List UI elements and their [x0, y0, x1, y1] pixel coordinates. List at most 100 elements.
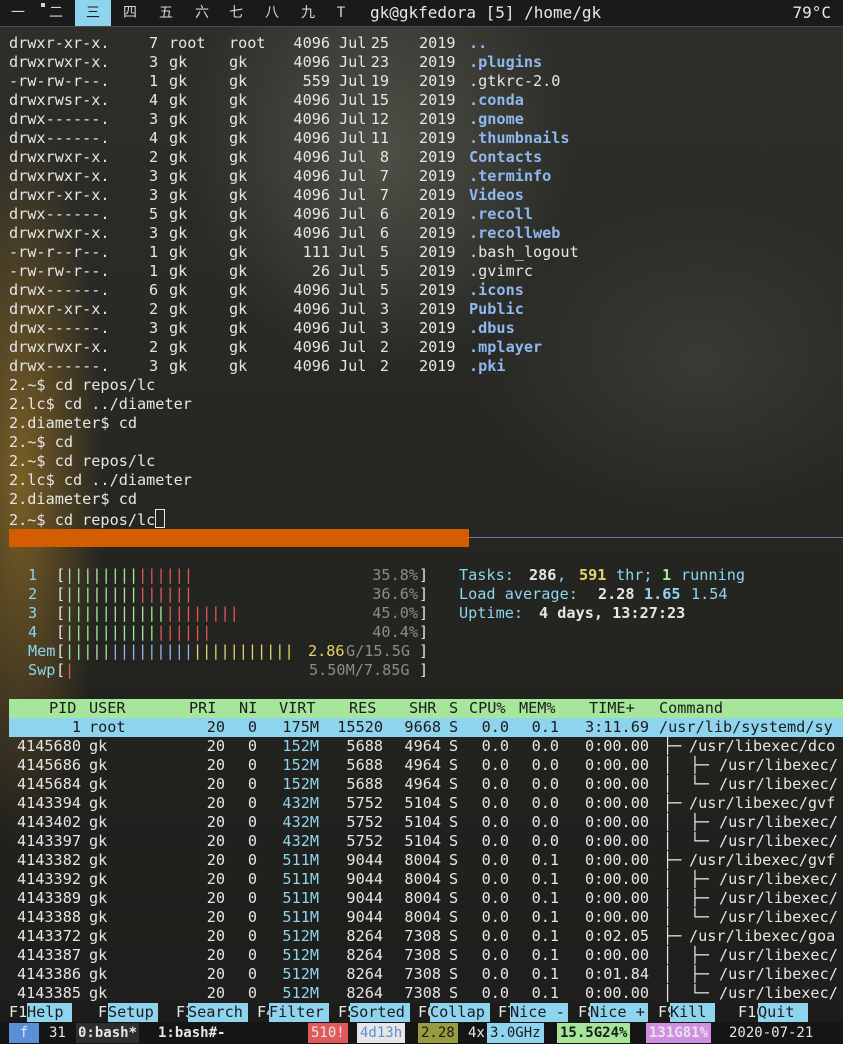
process-row[interactable]: 4143386 gk 20 0 512M 8264 7308 S 0.0 0.1 0:01.84 │ … — [9, 965, 843, 984]
col-ni[interactable]: NI — [239, 699, 257, 717]
workspace-t[interactable]: T — [326, 0, 356, 26]
file-permissions: -rw-r--r--. — [9, 243, 110, 261]
workspace-6[interactable]: 六 — [184, 0, 220, 26]
cpu-time: 3:11.69 — [584, 718, 649, 736]
fkey-label[interactable]: Nice - — [510, 1003, 568, 1022]
file-month: Jul — [339, 91, 367, 109]
nice: 0 — [247, 794, 257, 812]
workspace-7[interactable]: 七 — [218, 0, 254, 26]
res-memory: 5752 — [346, 813, 383, 831]
link-count: 5 — [149, 205, 159, 223]
process-row[interactable]: 4143392 gk 20 0 511M 9044 8004 S 0.0 0.1 0:00.00 │ … — [9, 870, 843, 889]
directory-name: .gnome — [469, 110, 524, 128]
col-cpu[interactable]: CPU% — [469, 699, 506, 717]
col-time[interactable]: TIME+ — [589, 699, 635, 717]
process-row[interactable]: 4143397 gk 20 0 432M 5752 5104 S 0.0 0.0 0:00.00 │ … — [9, 832, 843, 851]
fkey-f1[interactable]: F1 — [9, 1003, 27, 1022]
col-pri[interactable]: PRI — [189, 699, 216, 717]
process-row[interactable]: 4143385 gk 20 0 512M 8264 7308 S 0.0 0.1 0:00.00 │ … — [9, 984, 843, 1003]
file-day: 6 — [379, 205, 389, 223]
workspace-4[interactable]: 四 — [112, 0, 148, 26]
fkey-label[interactable]: Collap — [430, 1003, 490, 1022]
fkey-label[interactable]: Quit — [758, 1003, 808, 1022]
workspace-5[interactable]: 五 — [148, 0, 184, 26]
user: gk — [89, 889, 108, 907]
mem-label: Mem — [28, 642, 56, 660]
file-month: Jul — [339, 300, 367, 318]
fkey-label[interactable]: Nice + — [590, 1003, 648, 1022]
file-owner: gk — [169, 129, 188, 147]
process-row[interactable]: 4143387 gk 20 0 512M 8264 7308 S 0.0 0.1 0:00.00 │ … — [9, 946, 843, 965]
workspace-3[interactable]: 三 — [75, 0, 111, 26]
pid: 4143388 — [16, 908, 81, 926]
process-row[interactable]: 4143394 gk 20 0 432M 5752 5104 S 0.0 0.0 0:00.00 ├─… — [9, 794, 843, 813]
file-group: gk — [229, 319, 248, 337]
process-row[interactable]: 4143382 gk 20 0 511M 9044 8004 S 0.0 0.1 0:00.00 ├─… — [9, 851, 843, 870]
state: S — [449, 870, 459, 888]
process-row[interactable]: 4145684 gk 20 0 152M 5688 4964 S 0.0 0.0 0:00.00 │ … — [9, 775, 843, 794]
window-count: 31 — [49, 1025, 66, 1041]
fkey-label[interactable]: Setup — [108, 1003, 158, 1022]
directory-name: .recoll — [469, 205, 534, 223]
process-table-header[interactable]: PID USER PRI NI VIRT RES SHR S CPU% MEM%… — [9, 699, 843, 718]
tmux-window-0[interactable]: 0:bash* — [76, 1023, 140, 1043]
col-command[interactable]: Command — [659, 699, 723, 717]
process-row[interactable]: 4145680 gk 20 0 152M 5688 4964 S 0.0 0.0 0:00.00 ├─… — [9, 737, 843, 756]
process-row[interactable]: 4143388 gk 20 0 511M 9044 8004 S 0.0 0.1 0:00.00 │ … — [9, 908, 843, 927]
top-bar: 一 二 三 四 五 六 七 八 九 T gk@gkfedora [5] /hom… — [0, 0, 843, 27]
col-user[interactable]: USER — [89, 699, 126, 717]
nice: 0 — [247, 813, 257, 831]
mem-meter: Mem [ ||||||||||||||||||||||||| 2.86 G/1… — [28, 642, 428, 661]
file-group: gk — [229, 72, 248, 90]
file-month: Jul — [339, 243, 367, 261]
tmux-window-1[interactable]: 1:bash#- — [158, 1023, 225, 1043]
col-virt[interactable]: VIRT — [279, 699, 316, 717]
bracket-open: [ — [56, 642, 66, 660]
file-month: Jul — [339, 129, 367, 147]
col-state[interactable]: S — [449, 699, 458, 717]
process-row[interactable]: 4145686 gk 20 0 152M 5688 4964 S 0.0 0.0 0:00.00 │ … — [9, 756, 843, 775]
tmux-pane-separator-active[interactable] — [9, 529, 469, 547]
workspace-label: 四 — [123, 5, 137, 21]
process-row[interactable]: 4143372 gk 20 0 512M 8264 7308 S 0.0 0.1 0:02.05 ├─… — [9, 927, 843, 946]
workspace-8[interactable]: 八 — [254, 0, 290, 26]
col-pid[interactable]: PID — [49, 699, 76, 717]
state: S — [449, 965, 459, 983]
file-month: Jul — [339, 224, 367, 242]
link-count: 2 — [149, 300, 159, 318]
workspace-label: 三 — [86, 5, 100, 21]
process-row-selected[interactable]: 1 root 20 0 175M 15520 9668 S 0.0 0.1 3:11.69/usr/… — [9, 718, 843, 737]
res-memory: 8264 — [346, 927, 383, 945]
command: /usr/libexec/ — [719, 813, 838, 831]
cpu-percent: 35.8% — [372, 566, 418, 584]
cpu-time: 0:00.00 — [584, 775, 649, 793]
nice: 0 — [247, 756, 257, 774]
col-res[interactable]: RES — [349, 699, 376, 717]
tasks-label: Tasks: — [459, 566, 514, 584]
file-day: 8 — [379, 148, 389, 166]
col-shr[interactable]: SHR — [409, 699, 436, 717]
cpu-percent: 0.0 — [481, 737, 509, 755]
file-group: gk — [229, 243, 248, 261]
fkey-label[interactable]: Search — [188, 1003, 248, 1022]
workspace-1[interactable]: 一 — [0, 0, 36, 26]
history-line: 2.~$ cd repos/lc — [9, 452, 156, 470]
process-row[interactable]: 4143389 gk 20 0 511M 9044 8004 S 0.0 0.1 0:00.00 │ … — [9, 889, 843, 908]
file-group: gk — [229, 281, 248, 299]
cpu-percent: 0.0 — [481, 927, 509, 945]
file-month: Jul — [339, 262, 367, 280]
command-prompt[interactable]: 2.~$ cd repos/lc — [9, 509, 166, 529]
col-mem[interactable]: MEM% — [519, 699, 556, 717]
file-permissions: -rw-rw-r--. — [9, 72, 110, 90]
fkey-label[interactable]: Help — [27, 1003, 72, 1022]
fkey-label[interactable]: Filter — [269, 1003, 329, 1022]
cpu-percent: 0.0 — [481, 794, 509, 812]
process-row[interactable]: 4143402 gk 20 0 432M 5752 5104 S 0.0 0.0 0:00.00 │ … — [9, 813, 843, 832]
link-count: 1 — [149, 262, 159, 280]
pid: 4145684 — [16, 775, 81, 793]
workspace-2[interactable]: 二 — [38, 0, 74, 26]
fkey-label[interactable]: Sorted — [350, 1003, 410, 1022]
user: root — [89, 718, 126, 736]
workspace-9[interactable]: 九 — [290, 0, 326, 26]
fkey-label[interactable]: Kill — [670, 1003, 715, 1022]
